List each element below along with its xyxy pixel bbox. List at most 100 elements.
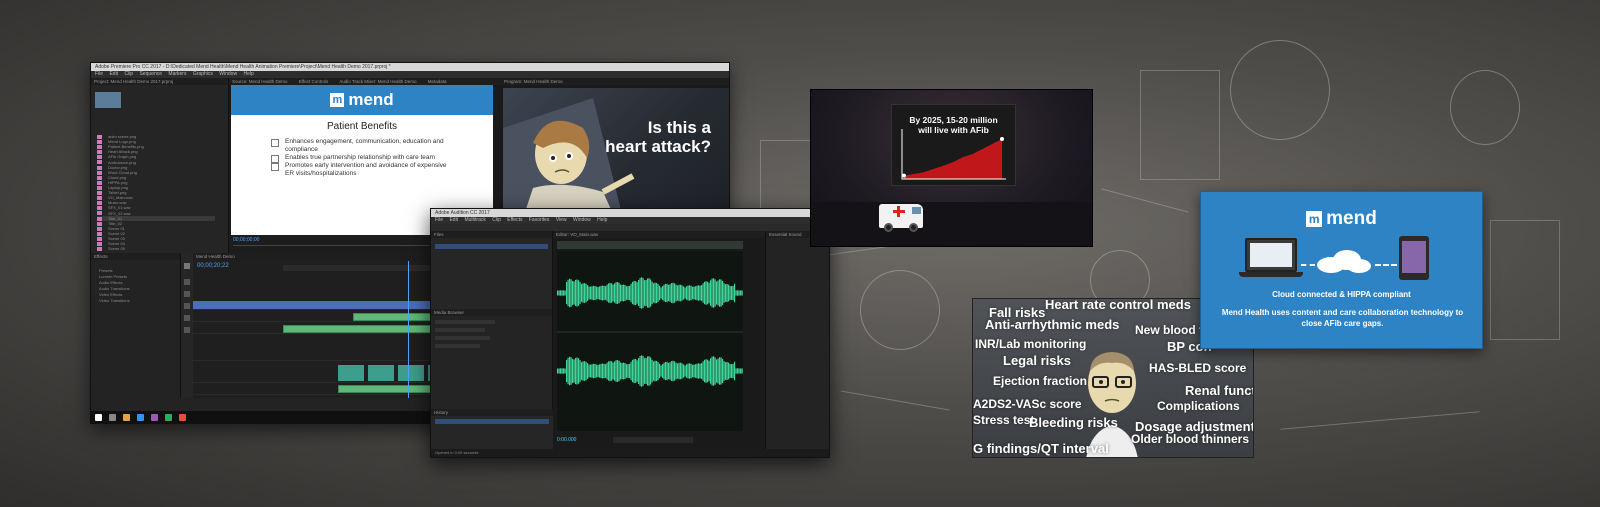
afib-chart-card: By 2025, 15-20 million will live with AF…: [891, 104, 1016, 186]
audition-app-icon[interactable]: [165, 414, 172, 421]
menu-sequence[interactable]: Sequence: [139, 71, 162, 77]
tab-editor[interactable]: Editor: VO_Main.wav: [556, 232, 598, 237]
waveform-editor: Editor: VO_Main.wav 0:00.000: [553, 231, 765, 451]
menu-graphics[interactable]: Graphics: [193, 71, 213, 77]
audition-timecode: 0:00.000: [557, 437, 577, 443]
hand-tool-icon[interactable]: [184, 327, 190, 333]
browser-icon[interactable]: [137, 414, 144, 421]
history-panel: History: [431, 409, 553, 451]
word-cloud-term: Stress test: [973, 413, 1035, 427]
track-select-tool-icon[interactable]: [184, 279, 190, 285]
audio-channel-waveform: [557, 277, 743, 309]
timeline-clip[interactable]: [193, 301, 443, 309]
essential-sound-panel: Essential Sound: [765, 231, 829, 451]
history-row[interactable]: [435, 419, 549, 424]
tablet-icon: [1399, 236, 1429, 280]
heart-attack-animation-frame: Is this a heart attack?: [503, 88, 729, 218]
selection-tool-icon[interactable]: [184, 263, 190, 269]
ripple-edit-tool-icon[interactable]: [184, 291, 190, 297]
windows-start-icon[interactable]: [95, 414, 102, 421]
project-item[interactable]: Scene 05: [97, 246, 215, 251]
audio-clip[interactable]: [368, 365, 394, 381]
menu-edit[interactable]: Edit: [109, 71, 118, 77]
word-cloud-term: Complications: [1157, 399, 1240, 413]
audio-channel-waveform: [557, 355, 743, 387]
file-explorer-icon[interactable]: [123, 414, 130, 421]
tab-effect-controls[interactable]: Effect Controls: [299, 79, 328, 84]
hippa-caption: Cloud connected & HIPPA compliant: [1272, 290, 1411, 299]
benefit-item: Promotes early intervention and avoidanc…: [271, 162, 451, 178]
afib-growth-chart: [901, 129, 1006, 180]
menu-help[interactable]: Help: [243, 71, 253, 77]
tab-project[interactable]: Project: Mend Health Demo 2017.prproj: [94, 79, 173, 84]
tab-timeline[interactable]: Mend Health Demo: [196, 254, 235, 259]
mend-cloud-panel: m mend Cloud connected & HIPPA compliant…: [1200, 191, 1483, 349]
menu-view[interactable]: View: [556, 217, 567, 223]
tab-files[interactable]: Files: [434, 232, 444, 237]
menu-markers[interactable]: Markers: [168, 71, 186, 77]
illustrator-app-icon[interactable]: [179, 414, 186, 421]
menu-effects[interactable]: Effects: [507, 217, 522, 223]
tab-history[interactable]: History: [434, 410, 448, 415]
tab-media-browser[interactable]: Media Browser: [434, 310, 464, 315]
mend-logo: m mend: [330, 90, 394, 110]
effects-folder[interactable]: Video Transitions: [91, 298, 180, 304]
audio-clip[interactable]: [338, 365, 364, 381]
folder-row[interactable]: [435, 320, 495, 324]
menu-multitrack[interactable]: Multitrack: [464, 217, 485, 223]
tab-source[interactable]: Source: Mend Health Demo: [232, 79, 288, 84]
source-timecode: 00;00;00;00: [233, 237, 260, 243]
pen-tool-icon[interactable]: [184, 315, 190, 321]
files-panel: Files: [431, 231, 553, 309]
audio-clip[interactable]: [398, 365, 424, 381]
timeline-clip[interactable]: [283, 325, 443, 333]
menu-help[interactable]: Help: [597, 217, 607, 223]
slide-heading: Patient Benefits: [326, 121, 398, 132]
connection-line: [1375, 264, 1397, 266]
laptop-base: [1239, 272, 1303, 277]
audition-menu-bar: File Edit Multitrack Clip Effects Favori…: [431, 217, 829, 224]
media-browser-panel: Media Browser: [431, 309, 553, 409]
project-panel: Project: Mend Health Demo 2017.prproj an…: [91, 78, 229, 253]
search-icon[interactable]: [109, 414, 116, 421]
mend-logo-icon: m: [1306, 211, 1323, 227]
menu-window[interactable]: Window: [219, 71, 237, 77]
audition-toolbar: [431, 224, 829, 231]
menu-favorites[interactable]: Favorites: [529, 217, 550, 223]
folder-row[interactable]: [435, 328, 485, 332]
menu-window[interactable]: Window: [573, 217, 591, 223]
menu-clip[interactable]: Clip: [124, 71, 133, 77]
timeline-timecode: 00;00;20;22: [197, 263, 229, 269]
tab-essential-sound[interactable]: Essential Sound: [769, 232, 802, 237]
premiere-app-icon[interactable]: [151, 414, 158, 421]
menu-clip[interactable]: Clip: [492, 217, 501, 223]
tab-program[interactable]: Program: Mend Health Demo: [504, 79, 563, 84]
tab-audio-mixer[interactable]: Audio Track Mixer: Mend Health Demo: [339, 79, 416, 84]
word-cloud-term: Renal funct: [1185, 383, 1254, 398]
project-thumbnail[interactable]: [95, 92, 121, 108]
tools-panel: [181, 253, 193, 398]
razor-tool-icon[interactable]: [184, 303, 190, 309]
folder-row[interactable]: [435, 344, 480, 348]
premiere-title-bar: Adobe Premiere Pro CC 2017 - D:\Dedicate…: [91, 63, 729, 71]
benefit-list: Enhances engagement, communication, educ…: [271, 138, 493, 178]
transport-controls[interactable]: [613, 437, 693, 443]
tab-effects[interactable]: Effects: [94, 254, 108, 259]
tab-metadata[interactable]: Metadata: [428, 79, 447, 84]
waveform-display[interactable]: [557, 251, 743, 431]
folder-row[interactable]: [435, 336, 490, 340]
status-bar: Opened in 0.09 seconds: [431, 449, 829, 457]
overview-bar[interactable]: [557, 241, 743, 249]
word-cloud-term: A2DS2-VASc score: [973, 397, 1082, 411]
word-cloud-term: Legal risks: [1003, 353, 1071, 368]
menu-file[interactable]: File: [95, 71, 103, 77]
playhead[interactable]: [408, 261, 409, 398]
benefit-item: Enables true partnership relationship wi…: [271, 154, 451, 163]
afib-endpoint: [1000, 137, 1004, 141]
menu-file[interactable]: File: [435, 217, 443, 223]
mend-logo: m mend: [1306, 208, 1377, 230]
afib-animation-frame: By 2025, 15-20 million will live with AF…: [810, 89, 1093, 247]
file-row-selected[interactable]: [435, 244, 548, 249]
menu-edit[interactable]: Edit: [449, 217, 458, 223]
word-cloud-term: Older blood thinners: [1131, 432, 1250, 446]
